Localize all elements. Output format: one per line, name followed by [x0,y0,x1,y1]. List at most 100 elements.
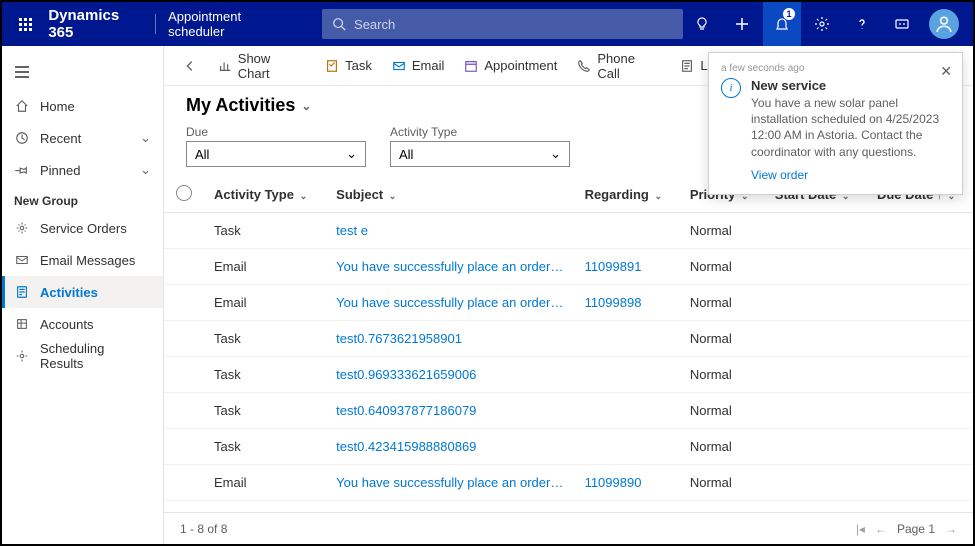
cell-regarding[interactable] [575,393,680,429]
cell-due-date [867,357,973,393]
table-row[interactable]: Tasktest0.423415988880869Normal [164,429,973,465]
cell-activity-type: Email [204,285,326,321]
chevron-down-icon: ⌄ [300,191,308,201]
cell-priority: Normal [680,249,765,285]
cell-subject[interactable]: test e [326,213,574,249]
cell-subject[interactable]: test0.7673621958901 [326,321,574,357]
col-activity-type[interactable]: Activity Type ⌄ [204,177,326,213]
cell-regarding[interactable]: 11099891 [575,249,680,285]
cell-activity-type: Email [204,465,326,501]
phone-call-label: Phone Call [597,51,660,81]
select-all-header[interactable] [164,177,204,213]
notification-link[interactable]: View order [751,168,808,182]
cell-due-date [867,465,973,501]
table-row[interactable]: Tasktest0.7673621958901Normal [164,321,973,357]
cell-subject[interactable]: You have successfully place an order for… [326,465,574,501]
notification-toast: a few seconds ago ✕ i New service You ha… [708,52,963,195]
select-all-circle[interactable] [176,185,192,201]
sidebar-group-header: New Group [2,186,163,212]
activity-icon [14,285,30,299]
sidebar-scheduling-results[interactable]: Scheduling Results [2,340,163,372]
next-page-button[interactable]: → [945,522,957,536]
add-button[interactable] [723,2,761,46]
col-subject[interactable]: Subject ⌄ [326,177,574,213]
lightbulb-button[interactable] [683,2,721,46]
sidebar-pinned[interactable]: Pinned ⌄ [2,154,163,186]
search-input[interactable] [354,17,673,32]
chevron-down-icon: ⌄ [140,130,151,146]
sidebar-home[interactable]: Home [2,90,163,122]
global-search[interactable] [322,9,683,39]
notification-badge: 1 [783,8,795,20]
due-filter-select[interactable]: All ⌄ [186,141,366,167]
cell-regarding[interactable] [575,213,680,249]
letter-icon [680,59,694,73]
row-select[interactable] [164,321,204,357]
cell-subject[interactable]: You have successfully place an order for… [326,249,574,285]
assistant-button[interactable] [883,2,921,46]
cell-regarding[interactable]: 11099890 [575,465,680,501]
appointment-button[interactable]: Appointment [456,50,565,82]
cell-regarding[interactable] [575,357,680,393]
cell-subject[interactable]: test0.969333621659006 [326,357,574,393]
sidebar-email-messages[interactable]: Email Messages [2,244,163,276]
chevron-down-icon: ⌄ [550,146,561,162]
phone-call-button[interactable]: Phone Call [569,50,668,82]
first-page-button[interactable]: |◂ [856,522,865,536]
divider [155,14,156,34]
cell-start-date [765,321,867,357]
activity-type-filter-select[interactable]: All ⌄ [390,141,570,167]
cell-subject[interactable]: test0.423415988880869 [326,429,574,465]
col-regarding[interactable]: Regarding ⌄ [575,177,680,213]
cell-regarding[interactable]: 11099898 [575,285,680,321]
table-row[interactable]: Tasktest0.969333621659006Normal [164,357,973,393]
activity-type-filter-label: Activity Type [390,125,570,139]
cell-subject[interactable]: You have successfully place an order for… [326,285,574,321]
row-select[interactable] [164,393,204,429]
show-chart-button[interactable]: Show Chart [210,50,313,82]
back-button[interactable] [174,59,206,73]
prev-page-button[interactable]: ← [875,522,887,536]
clock-icon [14,131,30,145]
notification-close-button[interactable]: ✕ [940,63,952,80]
pinned-label: Pinned [40,163,80,178]
cell-regarding[interactable] [575,429,680,465]
cell-due-date [867,393,973,429]
notifications-button[interactable]: 1 [763,2,801,46]
sidebar-recent[interactable]: Recent ⌄ [2,122,163,154]
row-select[interactable] [164,357,204,393]
row-select[interactable] [164,249,204,285]
sidebar-toggle[interactable] [2,54,163,90]
cell-priority: Normal [680,357,765,393]
cell-regarding[interactable] [575,321,680,357]
help-button[interactable] [843,2,881,46]
table-row[interactable]: Tasktest0.640937877186079Normal [164,393,973,429]
email-icon [392,59,406,73]
table-row[interactable]: EmailYou have successfully place an orde… [164,465,973,501]
email-button[interactable]: Email [384,50,453,82]
cell-due-date [867,285,973,321]
email-messages-label: Email Messages [40,253,135,268]
app-launcher-button[interactable] [10,8,40,40]
sidebar-activities[interactable]: Activities [2,276,163,308]
settings-button[interactable] [803,2,841,46]
sidebar-accounts[interactable]: Accounts [2,308,163,340]
cell-subject[interactable]: test0.640937877186079 [326,393,574,429]
table-row[interactable]: Tasktest eNormal [164,213,973,249]
cell-due-date [867,249,973,285]
table-row[interactable]: EmailYou have successfully place an orde… [164,285,973,321]
row-select[interactable] [164,429,204,465]
row-select[interactable] [164,465,204,501]
app-name-label: Appointment scheduler [168,9,294,39]
cell-due-date [867,429,973,465]
user-avatar[interactable] [929,9,959,39]
task-button[interactable]: Task [317,50,380,82]
task-icon [325,59,339,73]
sidebar-service-orders[interactable]: Service Orders [2,212,163,244]
view-selector[interactable]: My Activities ⌄ [186,95,311,116]
phone-icon [577,59,591,73]
cell-priority: Normal [680,321,765,357]
row-select[interactable] [164,285,204,321]
table-row[interactable]: EmailYou have successfully place an orde… [164,249,973,285]
row-select[interactable] [164,213,204,249]
